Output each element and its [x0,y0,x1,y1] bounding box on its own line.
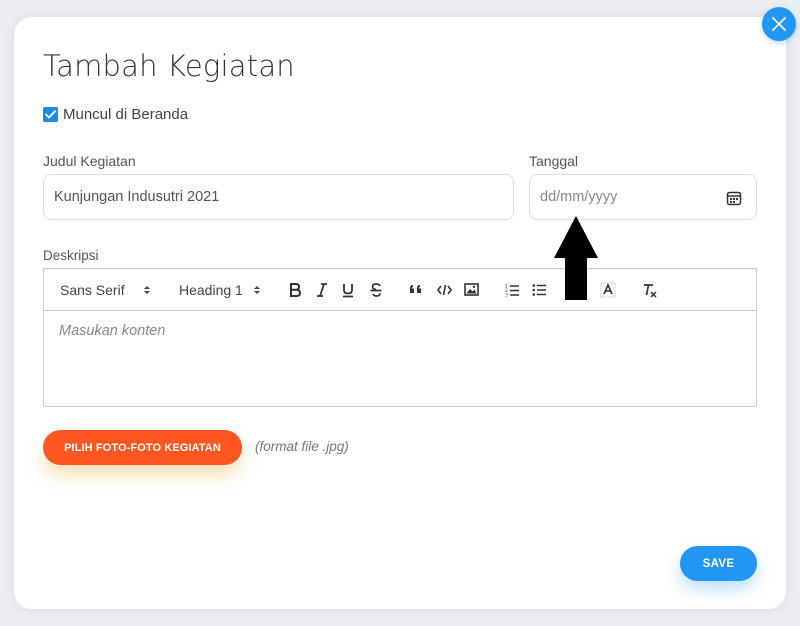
svg-text:3: 3 [505,292,508,297]
modal-title: Tambah Kegiatan [43,49,295,83]
clear-format-icon [644,283,657,298]
heading-value: Heading 1 [179,281,243,298]
bold-icon [290,282,302,297]
blockquote-button[interactable] [409,269,423,310]
activity-title-input[interactable]: Kunjungan Indusutri 2021 [43,174,514,220]
font-family-select[interactable]: Sans Serif [60,269,151,310]
activity-title-value: Kunjungan Indusutri 2021 [54,189,220,205]
editor-content-area[interactable]: Masukan konten [44,311,756,351]
save-button[interactable]: SAVE [680,546,757,581]
text-background-button[interactable] [600,269,616,310]
file-format-note: (format file .jpg) [255,439,349,454]
code-block-button[interactable] [437,269,452,310]
image-button[interactable] [464,269,479,310]
date-placeholder: dd/mm/yyyy [540,189,618,205]
choose-photos-button[interactable]: PILIH FOTO-FOTO KEGIATAN [43,430,242,465]
editor-placeholder: Masukan konten [59,323,166,339]
image-icon [464,283,479,296]
underline-icon [343,283,353,297]
clear-format-button[interactable] [642,269,658,310]
date-input[interactable]: dd/mm/yyyy [529,174,757,220]
font-family-value: Sans Serif [60,281,125,298]
strikethrough-button[interactable] [369,269,383,310]
select-arrows-icon [143,285,150,294]
show-on-home-checkbox[interactable] [43,107,58,122]
blockquote-icon [410,284,421,293]
activity-title-label: Judul Kegiatan [43,153,136,169]
close-icon [772,17,786,31]
ordered-list-button[interactable]: 1 2 3 [505,269,520,310]
bullet-list-icon [532,283,546,296]
text-background-icon [600,282,616,297]
editor-toolbar: Sans Serif Heading 1 1 2 3 [44,269,756,311]
italic-icon [317,282,327,297]
show-on-home-row: Muncul di Beranda [43,106,188,123]
bullet-list-button[interactable] [532,269,547,310]
description-label: Deskripsi [43,248,99,263]
close-modal-button[interactable] [762,7,796,41]
italic-button[interactable] [315,269,329,310]
underline-button[interactable] [341,269,355,310]
bold-button[interactable] [288,269,302,310]
calendar-icon[interactable] [726,190,742,210]
arrow-up-icon [554,216,598,300]
strikethrough-icon [370,282,382,297]
show-on-home-label[interactable]: Muncul di Beranda [63,106,188,123]
date-label: Tanggal [529,153,579,169]
rich-text-editor: Sans Serif Heading 1 1 2 3 Masukan konte… [43,268,757,407]
select-arrows-icon [253,285,260,294]
check-icon [45,110,56,119]
heading-select[interactable]: Heading 1 [179,269,261,310]
code-block-icon [437,284,452,295]
ordered-list-icon: 1 2 3 [505,283,519,297]
